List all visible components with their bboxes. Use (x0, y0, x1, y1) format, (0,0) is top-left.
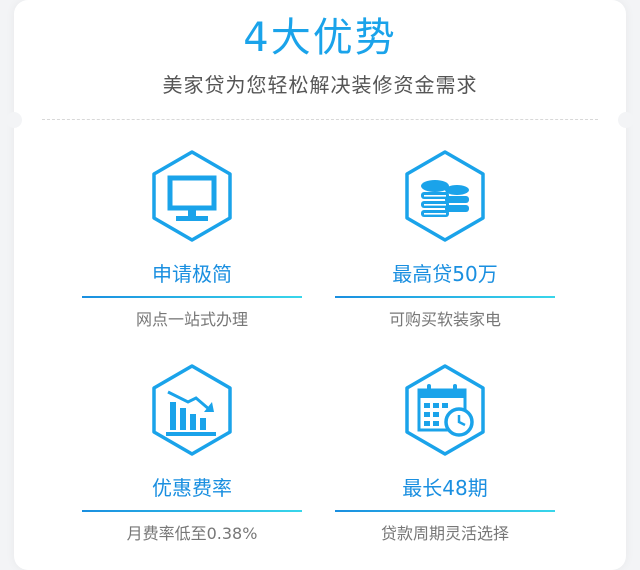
feature-underline (335, 510, 555, 512)
feature-title: 优惠费率 (152, 476, 232, 500)
card-notch-right (618, 112, 634, 128)
feature-desc: 网点一站式办理 (135, 310, 248, 329)
calendar-clock-icon (397, 362, 493, 458)
card-notch-left (6, 112, 22, 128)
declining-chart-icon (144, 362, 240, 458)
dashed-divider (42, 119, 598, 120)
coins-icon (397, 148, 493, 244)
feature-title: 申请极简 (152, 262, 232, 286)
section-subtitle: 美家贷为您轻松解决装修资金需求 (162, 73, 478, 97)
feature-underline (335, 296, 555, 298)
section-title: 4大优势 (243, 15, 397, 61)
feature-desc: 月费率低至0.38% (126, 524, 258, 543)
feature-desc: 贷款周期灵活选择 (380, 524, 509, 543)
feature-title: 最长48期 (402, 476, 488, 500)
feature-underline (82, 296, 302, 298)
feature-title: 最高贷50万 (392, 262, 498, 286)
feature-underline (82, 510, 302, 512)
advantages-card: 4大优势 美家贷为您轻松解决装修资金需求 申请极简 网点一站式办理 最高贷50万… (6, 0, 634, 570)
monitor-icon (144, 148, 240, 244)
feature-desc: 可购买软装家电 (388, 310, 501, 329)
